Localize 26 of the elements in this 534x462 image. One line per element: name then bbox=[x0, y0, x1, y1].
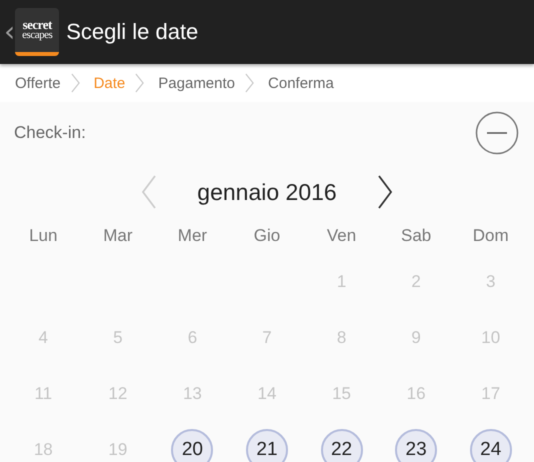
chevron-icon bbox=[245, 72, 254, 94]
weekday-label: Lun bbox=[29, 226, 58, 246]
weekday-label: Ven bbox=[326, 226, 356, 246]
chevron-icon bbox=[135, 72, 144, 94]
chevron-icon bbox=[70, 72, 80, 94]
next-month-icon[interactable] bbox=[376, 175, 393, 209]
calendar-day[interactable]: 24 bbox=[470, 429, 512, 462]
calendar-day[interactable]: 21 bbox=[246, 429, 288, 462]
weekday-label: Mer bbox=[178, 226, 208, 246]
back-button[interactable]: ‹ bbox=[4, 18, 16, 46]
breadcrumb-step[interactable]: Offerte bbox=[15, 74, 61, 92]
month-title: gennaio 2016 bbox=[197, 178, 337, 206]
weekday-label: Dom bbox=[472, 226, 509, 246]
weekday-label: Gio bbox=[254, 226, 280, 246]
logo-text: secret bbox=[22, 19, 52, 31]
logo-text: escapes bbox=[22, 30, 52, 41]
weekday-label: Sab bbox=[401, 226, 432, 246]
breadcrumb-step[interactable]: Conferma bbox=[268, 74, 334, 92]
weekday-label: Mar bbox=[103, 226, 132, 246]
calendar-day[interactable]: 20 bbox=[171, 429, 214, 462]
screen-title: Scegli le date bbox=[66, 19, 198, 45]
calendar-day[interactable]: 22 bbox=[320, 429, 363, 462]
calendar-day[interactable]: 23 bbox=[395, 429, 438, 462]
collapse-icon[interactable] bbox=[475, 111, 519, 155]
check-in-label: Check-in: bbox=[14, 123, 86, 143]
breadcrumb-step[interactable]: Pagamento bbox=[158, 74, 236, 92]
